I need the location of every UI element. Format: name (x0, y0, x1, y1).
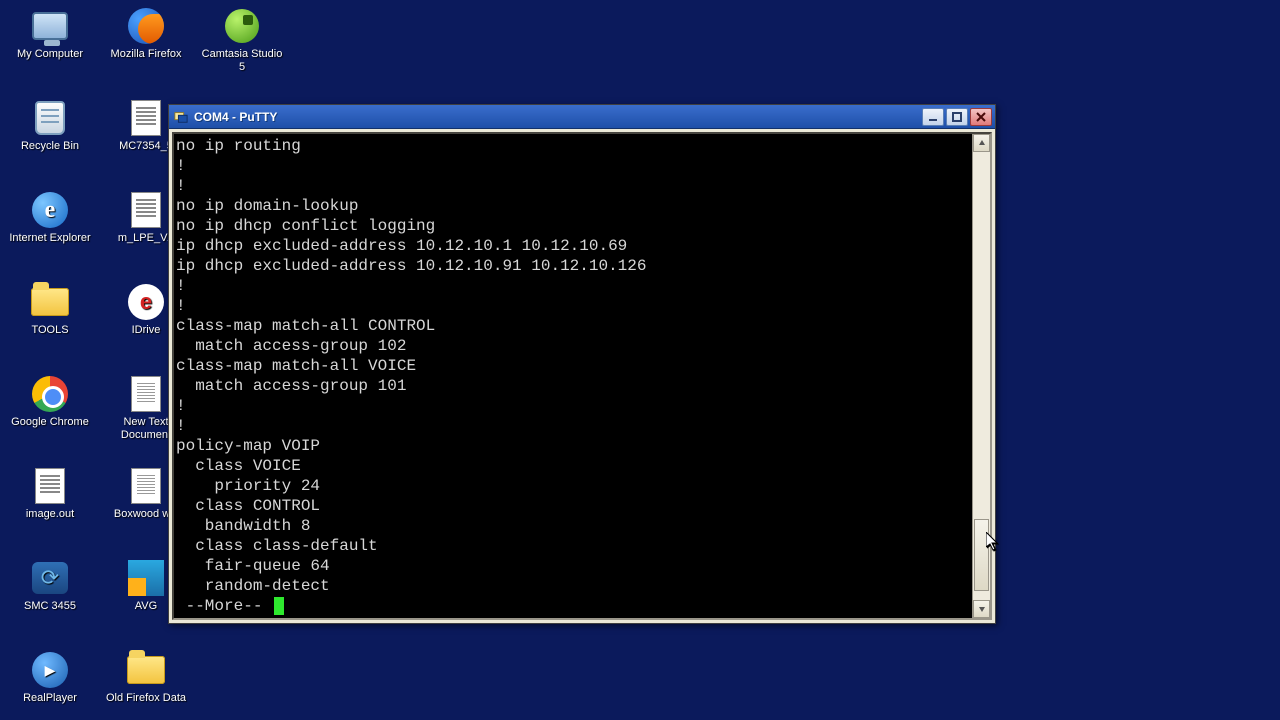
g-doc-glyph (126, 98, 166, 138)
g-bin-glyph (30, 98, 70, 138)
terminal-line: no ip routing (176, 136, 972, 156)
desktop-icon-label: Internet Explorer (9, 232, 90, 245)
terminal[interactable]: no ip routing!!no ip domain-lookupno ip … (174, 134, 972, 618)
desktop-icon-image-out[interactable]: image.out (2, 464, 98, 556)
window-client-area: no ip routing!!no ip domain-lookupno ip … (169, 129, 995, 623)
terminal-line: ! (176, 176, 972, 196)
window-title: COM4 - PuTTY (194, 110, 922, 124)
terminal-line: class-map match-all CONTROL (176, 316, 972, 336)
terminal-line: ! (176, 416, 972, 436)
terminal-line: no ip domain-lookup (176, 196, 972, 216)
terminal-line: priority 24 (176, 476, 972, 496)
desktop-icon-recycle-bin[interactable]: Recycle Bin (2, 96, 98, 188)
scroll-down-button[interactable] (973, 600, 990, 618)
desktop-icon-label: Camtasia Studio 5 (198, 48, 286, 74)
desktop-icon-mozilla-firefox[interactable]: Mozilla Firefox (98, 4, 194, 96)
desktop-icon-old-firefox-data[interactable]: Old Firefox Data (98, 648, 194, 720)
g-monitor-glyph (30, 6, 70, 46)
terminal-line: no ip dhcp conflict logging (176, 216, 972, 236)
terminal-line: ! (176, 396, 972, 416)
titlebar[interactable]: COM4 - PuTTY (169, 105, 995, 129)
g-chrome-glyph (30, 374, 70, 414)
g-idrive-glyph: e (126, 282, 166, 322)
desktop-icon-label: IDrive (132, 324, 161, 337)
g-doc-glyph (126, 190, 166, 230)
window-buttons (922, 108, 992, 126)
terminal-line: fair-queue 64 (176, 556, 972, 576)
terminal-line: match access-group 102 (176, 336, 972, 356)
terminal-line: ! (176, 276, 972, 296)
desktop-icon-camtasia-studio-5[interactable]: Camtasia Studio 5 (194, 4, 290, 96)
desktop-icon-label: image.out (26, 508, 74, 521)
more-prompt: --More-- (176, 596, 972, 616)
putty-icon (173, 109, 189, 125)
terminal-line: random-detect (176, 576, 972, 596)
desktop-icon-label: RealPlayer (23, 692, 77, 705)
terminal-line: bandwidth 8 (176, 516, 972, 536)
scroll-thumb[interactable] (974, 519, 989, 591)
g-real-glyph (30, 650, 70, 690)
g-ie-glyph (30, 190, 70, 230)
terminal-line: class-map match-all VOICE (176, 356, 972, 376)
desktop-icon-label: TOOLS (31, 324, 68, 337)
desktop-icon-label: Old Firefox Data (106, 692, 186, 705)
terminal-line: ip dhcp excluded-address 10.12.10.91 10.… (176, 256, 972, 276)
terminal-line: ! (176, 156, 972, 176)
desktop-icon-google-chrome[interactable]: Google Chrome (2, 372, 98, 464)
minimize-button[interactable] (922, 108, 944, 126)
g-smc-glyph (30, 558, 70, 598)
terminal-line: class class-default (176, 536, 972, 556)
desktop-icon-label: SMC 3455 (24, 600, 76, 613)
g-cam-glyph (222, 6, 262, 46)
desktop-icon-label: Recycle Bin (21, 140, 79, 153)
scroll-up-button[interactable] (973, 134, 990, 152)
terminal-line: ip dhcp excluded-address 10.12.10.1 10.1… (176, 236, 972, 256)
desktop-icon-smc-3455[interactable]: SMC 3455 (2, 556, 98, 648)
terminal-line: ! (176, 296, 972, 316)
g-folder-glyph (126, 650, 166, 690)
g-folder-glyph (30, 282, 70, 322)
desktop-icon-internet-explorer[interactable]: Internet Explorer (2, 188, 98, 280)
maximize-button[interactable] (946, 108, 968, 126)
terminal-line: policy-map VOIP (176, 436, 972, 456)
desktop-icon-label: MC7354_5 (119, 140, 173, 153)
desktop-icon-realplayer[interactable]: RealPlayer (2, 648, 98, 720)
desktop-icon-label: Mozilla Firefox (111, 48, 182, 61)
terminal-line: class CONTROL (176, 496, 972, 516)
desktop[interactable]: My Computer Mozilla Firefox Camtasia Studi… (0, 0, 1280, 720)
g-avg-glyph (126, 558, 166, 598)
desktop-icon-label: m_LPE_VZ (118, 232, 174, 245)
terminal-cursor (274, 597, 284, 615)
terminal-line: match access-group 101 (176, 376, 972, 396)
scrollbar-vertical[interactable] (972, 134, 990, 618)
desktop-icon-label: Google Chrome (11, 416, 89, 429)
g-doc-glyph (30, 466, 70, 506)
desktop-icon-label: AVG (135, 600, 157, 613)
putty-window[interactable]: COM4 - PuTTY no ip routing!!no ip domain… (168, 104, 996, 624)
desktop-icon-label: My Computer (17, 48, 83, 61)
g-ff-glyph (126, 6, 166, 46)
terminal-frame: no ip routing!!no ip domain-lookupno ip … (172, 132, 992, 620)
g-txt-glyph (126, 466, 166, 506)
desktop-icon-tools[interactable]: TOOLS (2, 280, 98, 372)
scroll-track[interactable] (973, 152, 990, 600)
terminal-line: class VOICE (176, 456, 972, 476)
close-button[interactable] (970, 108, 992, 126)
g-txt-glyph (126, 374, 166, 414)
desktop-icon-my-computer[interactable]: My Computer (2, 4, 98, 96)
